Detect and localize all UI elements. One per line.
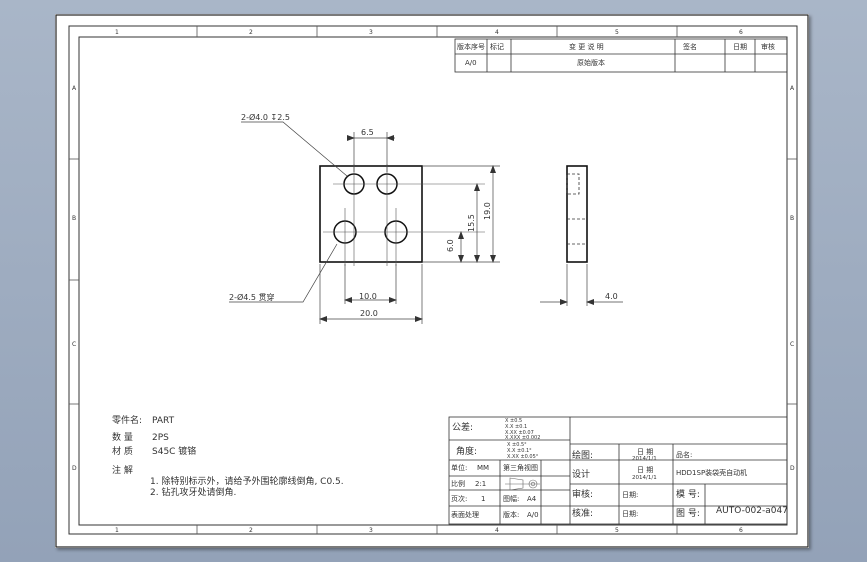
material-label: 材 质 bbox=[112, 445, 133, 457]
review-label: 审核: bbox=[572, 488, 593, 500]
product-label: 品名: bbox=[676, 450, 692, 459]
part-outline bbox=[319, 165, 423, 263]
unit-label: 单位: bbox=[451, 463, 467, 472]
zone-label-bottom: 3 bbox=[369, 527, 373, 534]
model-label: 模 号: bbox=[676, 489, 700, 500]
rev-header-review: 审核 bbox=[761, 42, 775, 51]
zone-label-bottom: 2 bbox=[249, 527, 253, 534]
zone-label-top: 1 bbox=[115, 29, 119, 36]
tolerance-value: X.XXX ±0.002 bbox=[505, 435, 540, 441]
rev-header-sign: 签名 bbox=[683, 42, 697, 51]
angle-label: 角度: bbox=[456, 445, 477, 457]
design-label: 设计 bbox=[572, 468, 590, 480]
zone-label-bottom: 6 bbox=[739, 527, 743, 534]
scale-value: 2:1 bbox=[475, 480, 486, 488]
projection-symbol bbox=[505, 477, 540, 491]
revision-table-text: 版本序号 标记 变 更 说 明 签名 日期 审核 A/0 原始版本 bbox=[457, 42, 775, 67]
date-approve-label: 日期: bbox=[622, 510, 638, 518]
title-block-text: 公差: X ±0.5 X.X ±0.1 X.XX ±0.07 X.XXX ±0.… bbox=[451, 418, 788, 519]
zone-label-left: D bbox=[72, 465, 77, 472]
notes-label: 注 解 bbox=[112, 464, 133, 476]
zone-label-top: 3 bbox=[369, 29, 373, 36]
side-view: 4.0 bbox=[540, 165, 623, 306]
date-review-label: 日期: bbox=[622, 491, 638, 499]
drawing-canvas: 1 2 3 4 5 6 1 2 3 4 5 6 A B C D A B C D … bbox=[55, 14, 809, 548]
finish-label: 表面处理 bbox=[451, 510, 479, 519]
date-label: 日 期 bbox=[637, 448, 653, 456]
rev-header-no: 版本序号 bbox=[457, 42, 485, 51]
rev-header-date: 日期 bbox=[733, 43, 747, 51]
dim-width: 20.0 bbox=[360, 309, 378, 318]
quantity-label: 数 量 bbox=[112, 431, 133, 443]
zone-label-top: 4 bbox=[495, 29, 499, 36]
drawing-no-value: AUTO-002-a047 bbox=[716, 506, 788, 516]
dim-v-15-5: 15.5 bbox=[467, 214, 476, 232]
zone-label-bottom: 4 bbox=[495, 527, 499, 534]
dim-v-6-0: 6.0 bbox=[446, 239, 455, 252]
note-line: 1. 除特别标示外，请给予外围轮廓线倒角, C0.5. bbox=[150, 475, 344, 487]
zone-label-left: A bbox=[72, 85, 77, 92]
part-name-label: 零件名: bbox=[112, 414, 142, 426]
drawing-sheet: 1 2 3 4 5 6 1 2 3 4 5 6 A B C D A B C D … bbox=[55, 14, 809, 548]
paper-label: 图幅: bbox=[503, 494, 519, 503]
product-value: HDD1SP装袋壳自动机 bbox=[676, 468, 747, 477]
date-label: 日 期 bbox=[637, 466, 653, 474]
drawn-label: 绘图: bbox=[572, 449, 593, 461]
zone-label-right: A bbox=[790, 85, 795, 92]
zone-label-top: 2 bbox=[249, 29, 253, 36]
pages-label: 页次: bbox=[451, 494, 467, 503]
zone-label-left: C bbox=[72, 341, 76, 348]
rev-row-no: A/0 bbox=[465, 59, 477, 67]
date-design: 2014/1/1 bbox=[632, 475, 657, 481]
approve-label: 核准: bbox=[572, 507, 593, 519]
zone-label-right: B bbox=[790, 215, 794, 222]
outer-border bbox=[55, 14, 809, 548]
pages-value: 1 bbox=[481, 495, 485, 503]
zone-label-top: 6 bbox=[739, 29, 743, 36]
rev-header-mark: 标记 bbox=[490, 42, 504, 51]
material-value: S45C 镀铬 bbox=[152, 445, 196, 457]
unit-value: MM bbox=[477, 464, 489, 472]
hole-callout-tapped: 2-Ø4.0 ↧2.5 bbox=[241, 112, 290, 122]
version-value: A/0 bbox=[527, 511, 539, 519]
part-info: 零件名: PART 数 量 2PS 材 质 S45C 镀铬 注 解 1. 除特别… bbox=[112, 414, 344, 498]
tolerance-label: 公差: bbox=[452, 421, 473, 433]
dim-hole-offset: 10.0 bbox=[359, 292, 377, 301]
projection-label: 第三角视图 bbox=[503, 463, 538, 472]
scale-label: 比例 bbox=[451, 479, 465, 488]
version-label: 版本: bbox=[503, 510, 519, 519]
zone-label-bottom: 1 bbox=[115, 527, 119, 534]
quantity-value: 2PS bbox=[152, 433, 169, 443]
hole-callout-through: 2-Ø4.5 贯穿 bbox=[229, 292, 275, 302]
drawing-no-label: 图 号: bbox=[676, 508, 700, 519]
dim-hole-spacing: 6.5 bbox=[361, 128, 374, 137]
angle-value: X.XX ±0.05° bbox=[507, 454, 539, 460]
zone-label-top: 5 bbox=[615, 29, 619, 36]
rev-row-desc: 原始版本 bbox=[577, 58, 605, 67]
part-name-value: PART bbox=[152, 416, 175, 426]
dim-height: 19.0 bbox=[483, 202, 492, 220]
date-drawn: 2014/1/1 bbox=[632, 456, 657, 462]
rev-header-desc: 变 更 说 明 bbox=[569, 42, 604, 51]
zone-label-left: B bbox=[72, 215, 76, 222]
paper-value: A4 bbox=[527, 495, 537, 503]
front-view: 6.5 10.0 20.0 19.0 15.5 6.0 2-Ø4.0 ↧2.5 … bbox=[229, 112, 500, 324]
note-line: 2. 钻孔攻牙处请倒角. bbox=[150, 486, 236, 498]
zone-label-bottom: 5 bbox=[615, 527, 619, 534]
zone-label-right: C bbox=[790, 341, 794, 348]
side-outline bbox=[566, 165, 588, 263]
dim-thickness: 4.0 bbox=[605, 292, 618, 301]
zone-label-right: D bbox=[790, 465, 795, 472]
